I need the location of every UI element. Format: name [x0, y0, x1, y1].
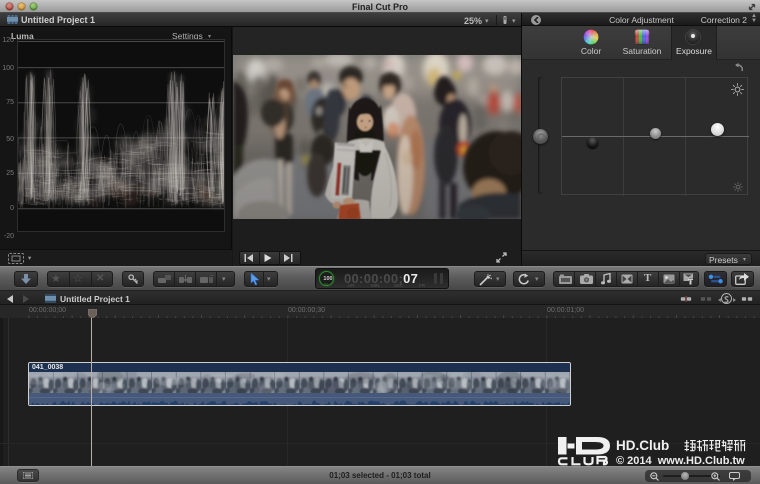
svg-text:HD.Club: HD.Club	[616, 438, 669, 453]
